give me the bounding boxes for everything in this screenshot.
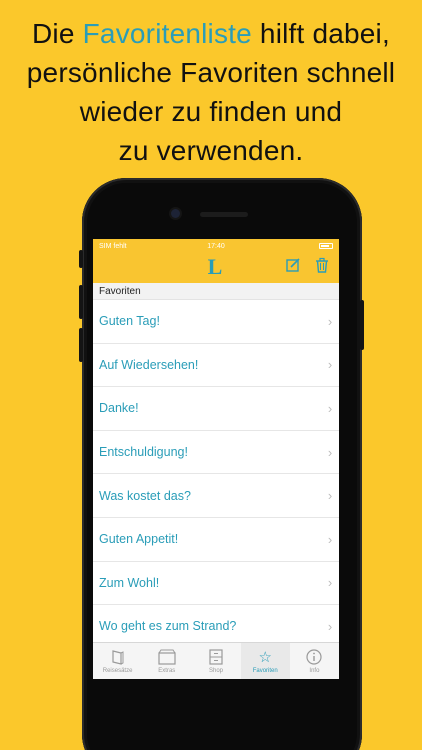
- chevron-right-icon: ›: [327, 618, 333, 634]
- chevron-right-icon: ›: [327, 313, 333, 329]
- app-logo: L: [207, 254, 223, 279]
- tab-label: Favoriten: [252, 667, 278, 674]
- favorite-label: Zum Wohl!: [99, 575, 160, 590]
- tab-shop[interactable]: Shop: [191, 643, 240, 679]
- headline-highlight: Favoritenliste: [82, 18, 252, 49]
- compose-glyph: [286, 258, 300, 272]
- app-screen: SIM fehlt 17:40 L Favoriten Guten Tag! ›: [93, 239, 339, 679]
- promo-headline: Die Favoritenliste hilft dabei, persönli…: [0, 14, 422, 170]
- trash-icon[interactable]: [313, 257, 331, 275]
- favorite-label: Guten Tag!: [99, 314, 160, 329]
- tab-label: Extras: [158, 667, 176, 674]
- folder-icon: [158, 649, 176, 667]
- headline-line-2: persönliche Favoriten schnell: [26, 57, 396, 88]
- favorites-list: Guten Tag! › Auf Wiedersehen! › Danke! ›…: [93, 300, 339, 649]
- status-time: 17:40: [207, 242, 225, 250]
- favorite-label: Danke!: [99, 401, 139, 416]
- status-bar: SIM fehlt 17:40: [93, 239, 339, 253]
- chevron-right-icon: ›: [327, 357, 333, 373]
- info-icon: [306, 648, 323, 667]
- favorite-label: Was kostet das?: [99, 488, 191, 503]
- chevron-right-icon: ›: [327, 488, 333, 504]
- favorite-row[interactable]: Guten Tag! ›: [93, 300, 339, 344]
- chevron-right-icon: ›: [327, 400, 333, 416]
- favorite-label: Auf Wiedersehen!: [99, 357, 199, 372]
- book-icon: [111, 649, 125, 667]
- tab-label: Shop: [209, 667, 224, 674]
- tab-info[interactable]: Info: [290, 643, 339, 679]
- tab-label: Info: [309, 667, 320, 674]
- volume-up-button: [79, 285, 83, 319]
- favorite-row[interactable]: Entschuldigung! ›: [93, 431, 339, 475]
- trash-glyph: [316, 257, 328, 273]
- chevron-right-icon: ›: [327, 531, 333, 547]
- headline-line-1: Die Favoritenliste hilft dabei,: [0, 14, 422, 53]
- headline-line-4: zu verwenden.: [118, 135, 304, 166]
- favorite-label: Entschuldigung!: [99, 445, 188, 460]
- favorite-label: Wo geht es zum Strand?: [99, 619, 237, 634]
- shop-icon: [208, 648, 224, 667]
- section-header-favoriten: Favoriten: [93, 283, 339, 300]
- favorite-row[interactable]: Danke! ›: [93, 387, 339, 431]
- star-icon: ☆: [258, 648, 272, 666]
- headline-word-2: hilft dabei,: [259, 18, 390, 49]
- favorite-row[interactable]: Zum Wohl! ›: [93, 562, 339, 606]
- headline-line-3: wieder zu finden und: [79, 96, 343, 127]
- compose-icon[interactable]: [284, 257, 302, 275]
- chevron-right-icon: ›: [327, 575, 333, 591]
- tab-extras[interactable]: Extras: [142, 643, 191, 679]
- chevron-right-icon: ›: [327, 444, 333, 460]
- favorite-label: Guten Appetit!: [99, 532, 179, 547]
- headline-word-1: Die: [32, 18, 75, 49]
- favorite-row[interactable]: Was kostet das? ›: [93, 474, 339, 518]
- mute-switch: [79, 250, 83, 268]
- earpiece-speaker: [200, 212, 248, 217]
- favorite-row[interactable]: Guten Appetit! ›: [93, 518, 339, 562]
- favorite-row[interactable]: Auf Wiedersehen! ›: [93, 344, 339, 388]
- tab-label: Reisesätze: [102, 667, 133, 674]
- tab-favoriten[interactable]: ☆ Favoriten: [240, 643, 290, 679]
- volume-down-button: [79, 328, 83, 362]
- tab-reisesaetze[interactable]: Reisesätze: [93, 643, 142, 679]
- front-camera: [171, 209, 180, 218]
- battery-icon: [319, 243, 333, 249]
- power-button: [360, 300, 364, 350]
- navigation-bar: SIM fehlt 17:40 L: [93, 239, 339, 283]
- tab-bar: Reisesätze Extras Shop ☆ Favoriten Info: [93, 642, 339, 679]
